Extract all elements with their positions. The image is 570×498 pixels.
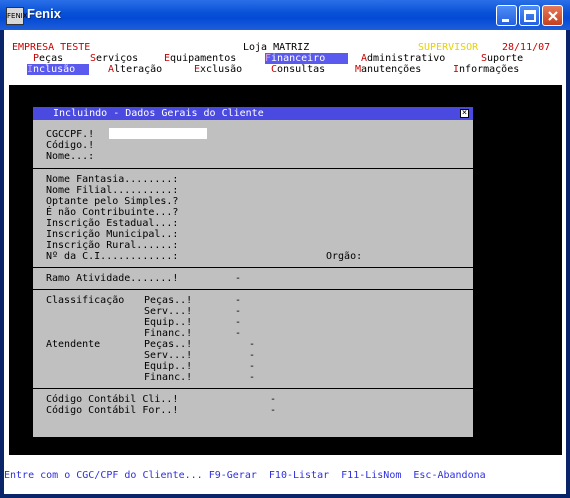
company-name: EMPRESA TESTE bbox=[12, 42, 91, 53]
label-class-pecas: Peças..! bbox=[144, 295, 193, 306]
user-name: SUPERVISOR bbox=[418, 42, 479, 53]
label-atend-serv: Serv...! bbox=[144, 350, 193, 361]
minimize-button[interactable] bbox=[496, 5, 517, 26]
label-inscricao-municipal: Inscrição Municipal..: bbox=[46, 229, 179, 240]
dialog-close-icon[interactable]: × bbox=[460, 109, 469, 118]
submenu-informacoes[interactable]: Informações bbox=[453, 64, 519, 75]
label-optante-simples: Optante pelo Simples.? bbox=[46, 196, 179, 207]
label-nao-contribuinte: É não Contribuinte...? bbox=[46, 207, 179, 218]
label-nro-ci: Nº da C.I............: bbox=[46, 251, 179, 262]
value-atend-pecas: - bbox=[249, 339, 256, 350]
close-icon bbox=[548, 11, 558, 21]
label-class-equip: Equip..! bbox=[144, 317, 193, 328]
dialog-title-bar: Incluindo - Dados Gerais do Cliente bbox=[33, 107, 473, 120]
value-ramo-atividade: - bbox=[235, 273, 242, 284]
label-cgccpf: CGCCPF.! bbox=[46, 129, 95, 140]
menu-pecas[interactable]: Peças bbox=[33, 53, 63, 64]
terminal-screen: EMPRESA TESTE Loja MATRIZ SUPERVISOR 28/… bbox=[4, 30, 566, 494]
title-bar[interactable]: FENIX Fenix bbox=[0, 0, 570, 30]
submenu-exclusao[interactable]: Exclusão bbox=[194, 64, 242, 75]
dialog-title: Incluindo - Dados Gerais do Cliente bbox=[53, 108, 264, 119]
label-atendente: Atendente bbox=[46, 339, 101, 350]
value-class-pecas: - bbox=[235, 295, 242, 306]
menu-financeiro[interactable]: Financeiro bbox=[265, 53, 348, 64]
customer-dialog: Incluindo - Dados Gerais do Cliente × CG… bbox=[33, 107, 473, 437]
menu-servicos[interactable]: Serviços bbox=[90, 53, 138, 64]
submenu-manutencoes[interactable]: Manutenções bbox=[355, 64, 421, 75]
label-codigo-contabil-cli: Código Contábil Cli..! bbox=[46, 394, 179, 405]
application-window: FENIX Fenix EMPRESA TESTE Loja MATRIZ SU… bbox=[0, 0, 570, 498]
current-date: 28/11/07 bbox=[502, 42, 551, 53]
window-title: Fenix bbox=[27, 6, 61, 21]
app-icon: FENIX bbox=[6, 7, 28, 25]
label-atend-equip: Equip..! bbox=[144, 361, 193, 372]
value-class-serv: - bbox=[235, 306, 242, 317]
label-codigo: Código.! bbox=[46, 140, 95, 151]
label-ramo-atividade: Ramo Atividade.......! bbox=[46, 273, 179, 284]
value-atend-serv: - bbox=[249, 350, 256, 361]
cgccpf-input[interactable] bbox=[109, 128, 207, 139]
store-name: Loja MATRIZ bbox=[243, 42, 310, 53]
label-inscricao-rural: Inscrição Rural......: bbox=[46, 240, 179, 251]
menu-administrativo[interactable]: Administrativo bbox=[361, 53, 445, 64]
maximize-icon bbox=[524, 10, 536, 22]
menu-suporte[interactable]: Suporte bbox=[481, 53, 523, 64]
label-classificacao: Classificação bbox=[46, 295, 125, 306]
value-class-equip: - bbox=[235, 317, 242, 328]
submenu-alteracao[interactable]: Alteração bbox=[108, 64, 162, 75]
submenu-inclusao[interactable]: Inclusão bbox=[27, 64, 89, 75]
status-bar: Entre com o CGC/CPF do Cliente... F9-Ger… bbox=[4, 470, 486, 481]
value-class-financ: - bbox=[235, 328, 242, 339]
label-nome-filial: Nome Filial..........: bbox=[46, 185, 179, 196]
menu-equipamentos[interactable]: Equipamentos bbox=[164, 53, 236, 64]
terminal-client-area: EMPRESA TESTE Loja MATRIZ SUPERVISOR 28/… bbox=[4, 30, 566, 494]
label-nome-fantasia: Nome Fantasia........: bbox=[46, 174, 179, 185]
value-atend-equip: - bbox=[249, 361, 256, 372]
close-button[interactable] bbox=[542, 5, 563, 26]
maximize-button[interactable] bbox=[519, 5, 540, 26]
separator bbox=[33, 289, 473, 290]
value-atend-financ: - bbox=[249, 372, 256, 383]
value-codigo-contabil-cli: - bbox=[270, 394, 277, 405]
label-atend-financ: Financ.! bbox=[144, 372, 193, 383]
label-inscricao-estadual: Inscrição Estadual...: bbox=[46, 218, 179, 229]
label-orgao: Orgão: bbox=[326, 251, 363, 262]
separator bbox=[33, 388, 473, 389]
label-class-financ: Financ.! bbox=[144, 328, 193, 339]
value-codigo-contabil-for: - bbox=[270, 405, 277, 416]
label-nome: Nome...: bbox=[46, 151, 95, 162]
label-atend-pecas: Peças..! bbox=[144, 339, 193, 350]
minimize-icon bbox=[502, 19, 509, 22]
submenu-consultas[interactable]: Consultas bbox=[271, 64, 325, 75]
separator bbox=[33, 267, 473, 268]
label-class-serv: Serv...! bbox=[144, 306, 193, 317]
label-codigo-contabil-for: Código Contábil For..! bbox=[46, 405, 179, 416]
separator bbox=[33, 168, 473, 169]
